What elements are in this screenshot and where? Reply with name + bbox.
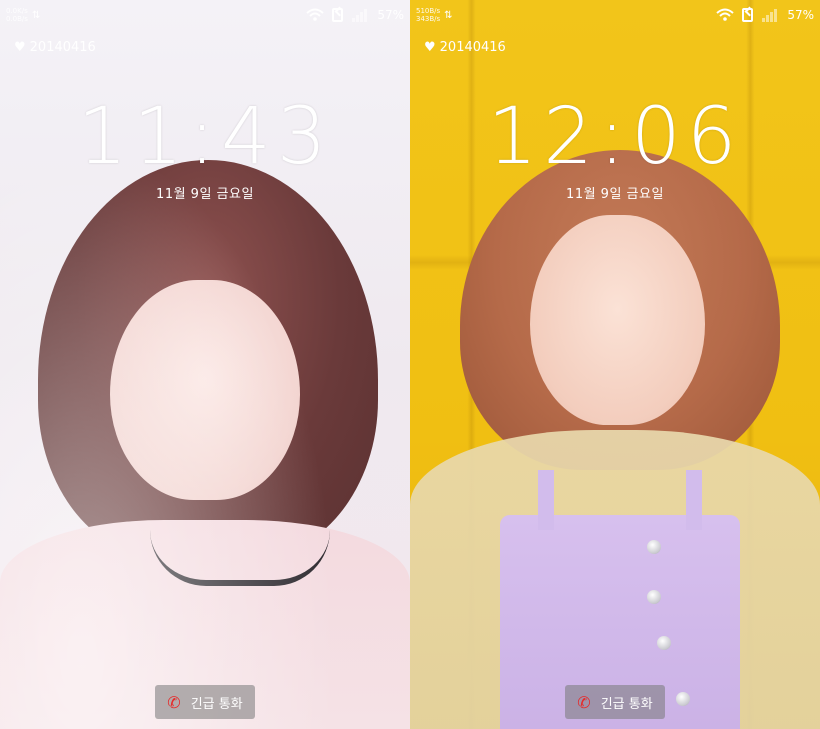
net-speed-text: 0.0K/s 0.0B/s (6, 7, 28, 23)
sim-icon (742, 8, 754, 22)
net-down: 0.0B/s (6, 15, 28, 23)
sim-icon (332, 8, 344, 22)
network-speed: 510B/s 343B/s ⇅ (416, 7, 453, 23)
wallpaper-dress-button (676, 692, 690, 706)
emergency-call-label: 긴급 통화 (600, 696, 653, 712)
wifi-icon (306, 8, 324, 22)
anniversary-row: ♥ 20140416 (14, 40, 96, 55)
lockscreen-clock: 12:06 (487, 92, 743, 182)
emergency-call-button[interactable]: ✆ 긴급 통화 (565, 685, 665, 719)
phone-icon: ✆ (577, 692, 591, 712)
lockscreen-clock: 11:43 (77, 92, 333, 182)
emergency-call-button[interactable]: ✆ 긴급 통화 (155, 685, 255, 719)
net-up: 510B/s (416, 7, 441, 15)
net-up: 0.0K/s (6, 7, 28, 15)
heart-icon: ♥ (14, 40, 26, 55)
status-icons: 57% (716, 8, 814, 22)
status-icons: 57% (306, 8, 404, 22)
anniversary-date: 20140416 (29, 40, 96, 55)
wallpaper-dress-button (647, 540, 661, 554)
heart-icon: ♥ (424, 40, 436, 55)
emergency-call-label: 긴급 통화 (190, 696, 243, 712)
battery-percent: 57% (787, 8, 814, 22)
net-down: 343B/s (416, 15, 441, 23)
net-speed-text: 510B/s 343B/s (416, 7, 440, 23)
battery-percent: 57% (377, 8, 404, 22)
wallpaper-strap-left (538, 470, 554, 530)
signal-icon (761, 8, 779, 22)
lockscreen-right: 510B/s 343B/s ⇅ 57% ♥ 20140416 12:06 11월… (410, 0, 820, 729)
wifi-icon (716, 8, 734, 22)
status-bar: 0.0K/s 0.0B/s ⇅ 57% (0, 0, 410, 30)
data-arrows-icon: ⇅ (444, 9, 453, 21)
wallpaper-face-right (530, 215, 705, 425)
lockscreen-date: 11월 9일 금요일 (156, 187, 254, 202)
network-speed: 0.0K/s 0.0B/s ⇅ (6, 7, 40, 23)
lockscreen-comparison: 0.0K/s 0.0B/s ⇅ 57% ♥ 20140416 11:43 11월… (0, 0, 820, 729)
status-bar: 510B/s 343B/s ⇅ 57% (410, 0, 820, 30)
lockscreen-date: 11월 9일 금요일 (566, 187, 664, 202)
phone-icon: ✆ (167, 692, 181, 712)
data-arrows-icon: ⇅ (31, 9, 41, 21)
anniversary-row: ♥ 20140416 (424, 40, 506, 55)
lockscreen-left: 0.0K/s 0.0B/s ⇅ 57% ♥ 20140416 11:43 11월… (0, 0, 410, 729)
wallpaper-dress-button (657, 636, 671, 650)
signal-icon (351, 8, 369, 22)
wallpaper-dress-button (647, 590, 661, 604)
wallpaper-strap-right (686, 470, 702, 530)
anniversary-date: 20140416 (439, 40, 506, 55)
